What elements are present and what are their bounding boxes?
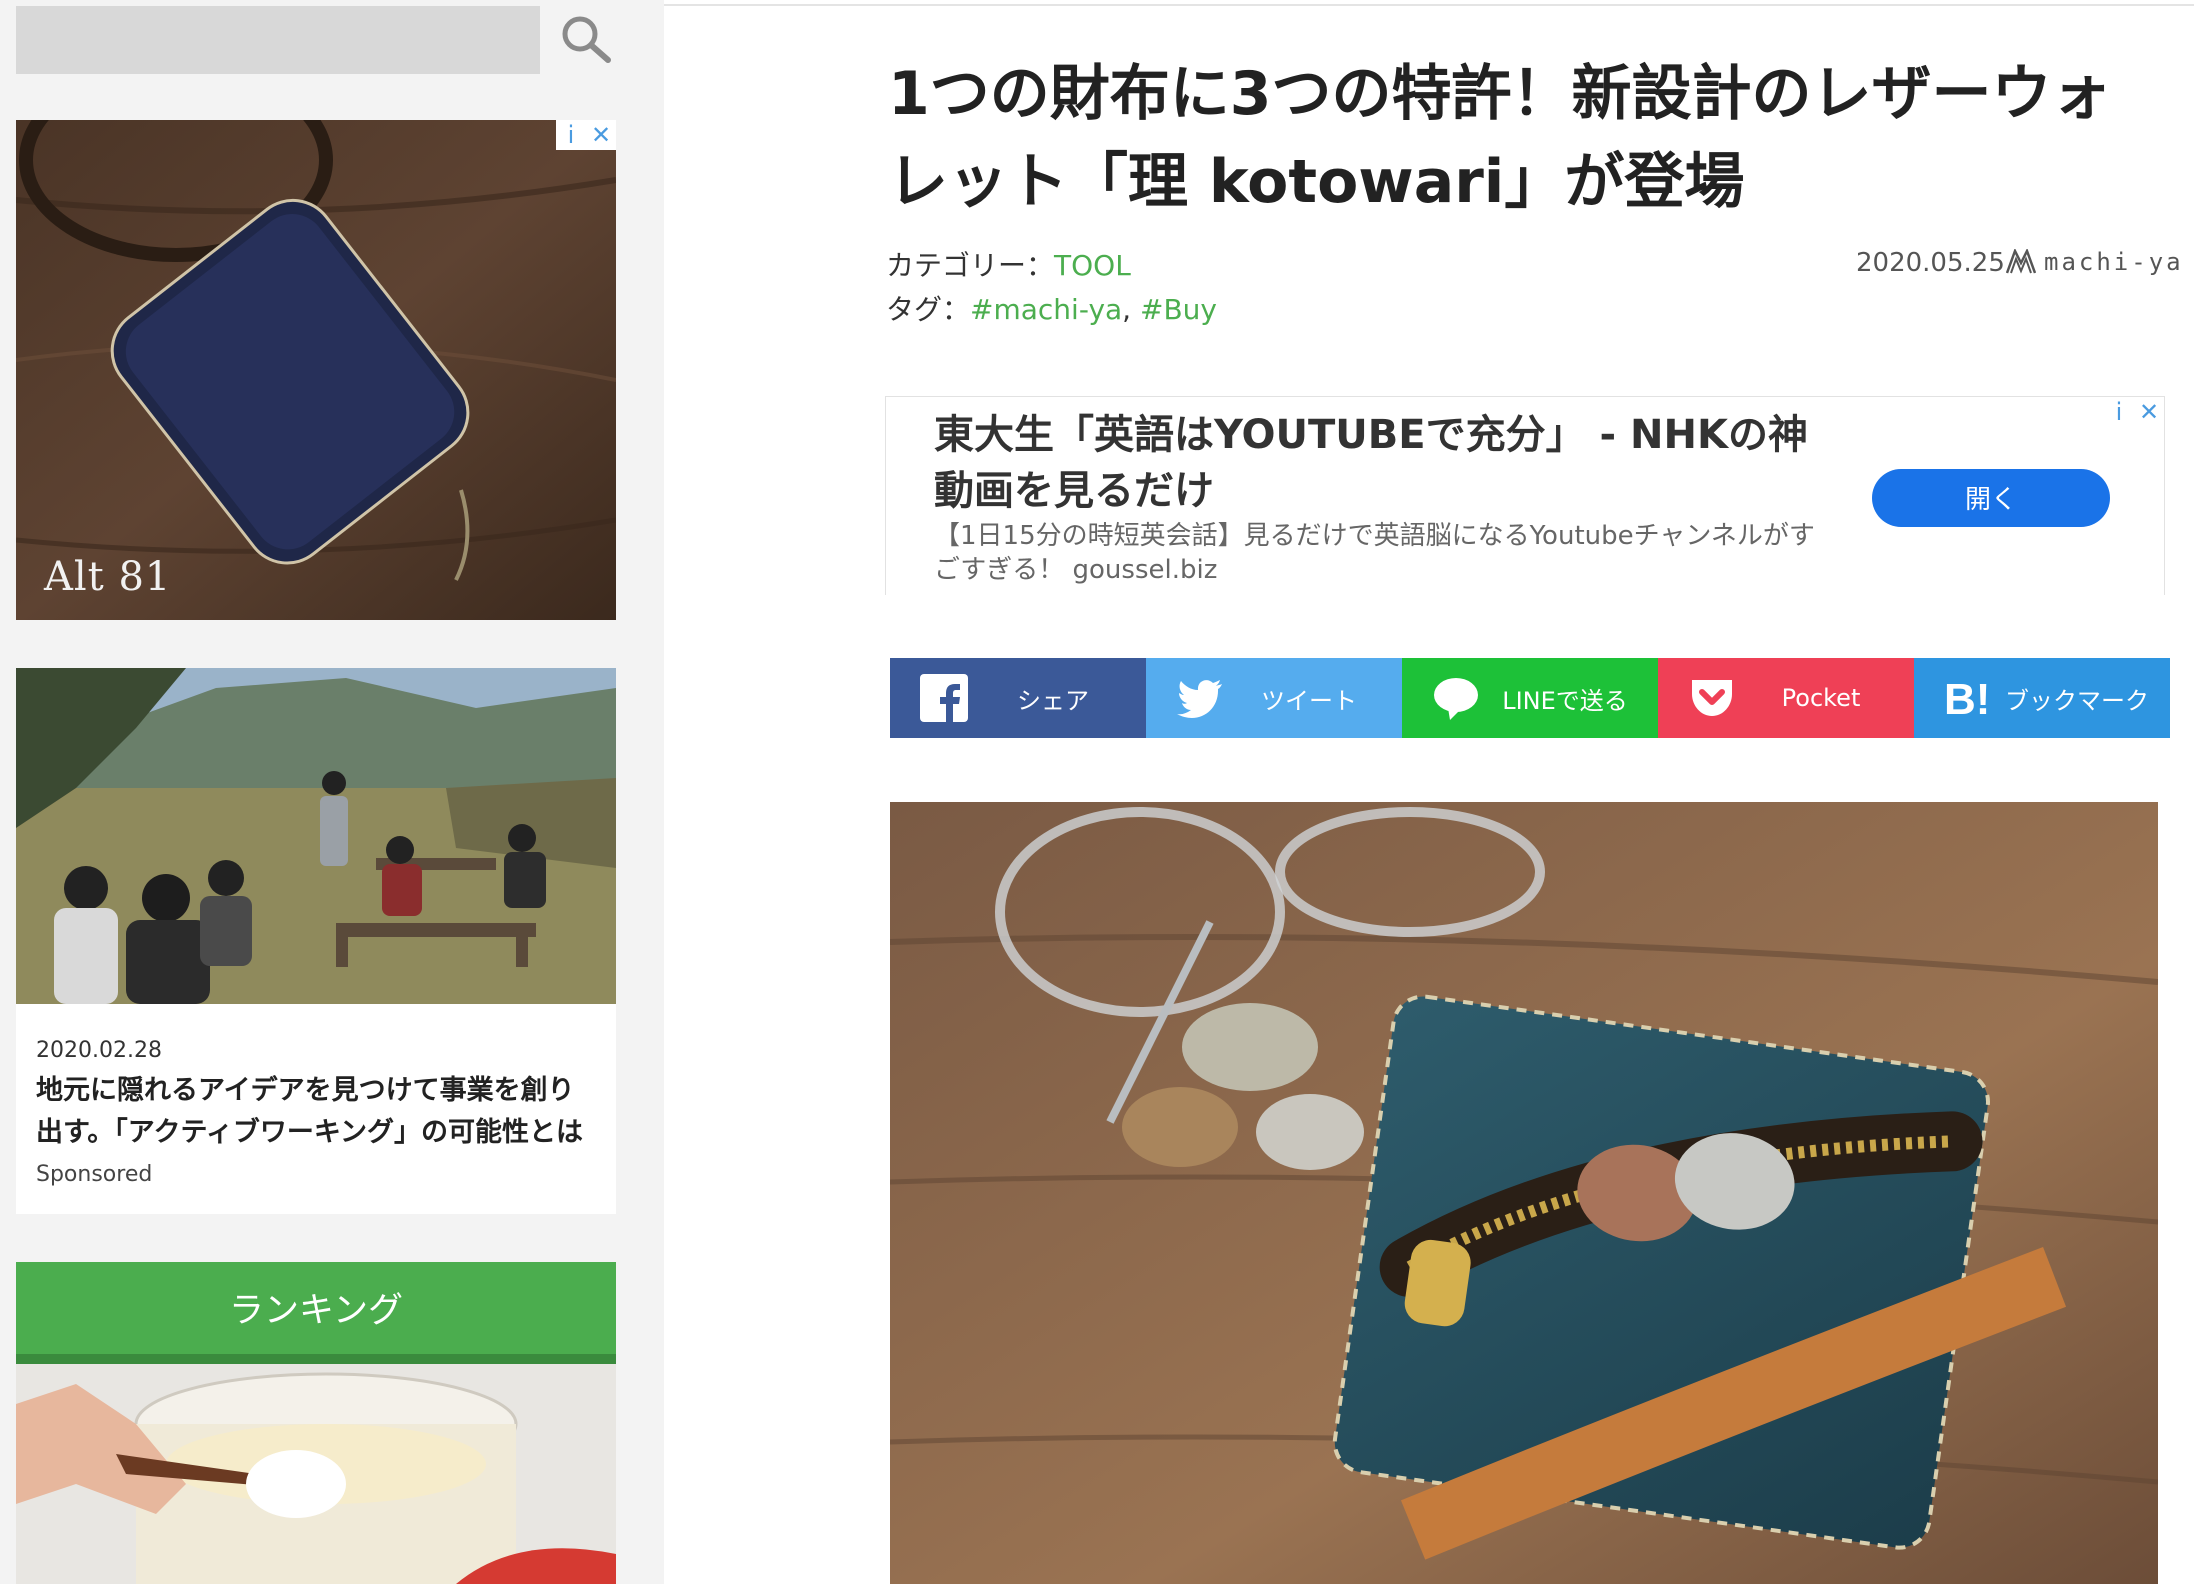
share-pocket-button[interactable]: Pocket (1658, 658, 1914, 738)
category-label: カテゴリー： (886, 249, 1055, 282)
share-pocket-label: Pocket (1781, 684, 1861, 712)
ad-info-icon[interactable]: i (2104, 397, 2134, 427)
ad-open-button[interactable]: 開く (1872, 469, 2110, 527)
share-bar: シェア ツイート LINEで送る Pocket B! ブックマーク (890, 658, 2170, 738)
ad-headline[interactable]: 東大生「英語はYOUTUBEで充分」 - NHKの神動画を見るだけ (934, 407, 1834, 519)
share-hatena-button[interactable]: B! ブックマーク (1914, 658, 2170, 738)
wallet-ad-image (16, 120, 616, 620)
card-date: 2020.02.28 (36, 1038, 162, 1063)
card-title[interactable]: 地元に隠れるアイデアを見つけて事業を創り出す。「アクティブワーキング」の可能性と… (36, 1070, 596, 1154)
share-facebook-label: シェア (1017, 686, 1089, 715)
ad-close-icon[interactable]: ✕ (2134, 397, 2164, 427)
ad-badge: i ✕ (2104, 397, 2164, 427)
tag-link[interactable]: #Buy (1140, 293, 1217, 326)
sidebar-ad[interactable]: Alt 81 i ✕ (16, 120, 616, 620)
top-ad[interactable]: 東大生「英語はYOUTUBEで充分」 - NHKの神動画を見るだけ 【1日15分… (885, 396, 2165, 595)
article-tags: タグ：#machi-ya, #Buy (886, 288, 1217, 328)
ranking-title[interactable]: ランキング (16, 1262, 616, 1364)
card-image (16, 668, 616, 1004)
machi-ya-logo-icon (2006, 249, 2036, 274)
ad-badge: i ✕ (556, 120, 616, 150)
tags-label: タグ： (886, 293, 971, 326)
tag-link[interactable]: #machi-ya (970, 293, 1122, 326)
article-category: カテゴリー：TOOL (886, 244, 1131, 284)
sponsored-card[interactable]: 2020.02.28 地元に隠れるアイデアを見つけて事業を創り出す。「アクティブ… (16, 668, 616, 1214)
tag-separator: , (1122, 293, 1140, 326)
ad-description: 【1日15分の時短英会話】見るだけで英語脳になるYoutubeチャンネルがすごす… (934, 521, 1815, 585)
sidebar: Alt 81 i ✕ 2020.02.28 地元に隠れるアイデアを見つけて事業を… (0, 0, 664, 1584)
share-line-button[interactable]: LINEで送る (1402, 658, 1658, 738)
sponsored-label: Sponsored (36, 1162, 153, 1187)
brand-logo[interactable]: machi-ya (2006, 248, 2184, 276)
ad-brand-text: Alt 81 (44, 554, 172, 600)
article-date: 2020.05.25 (1856, 248, 2005, 278)
ranking-image[interactable] (16, 1364, 616, 1584)
ad-info-icon[interactable]: i (556, 120, 586, 150)
brand-name: machi-ya (2044, 248, 2184, 276)
share-twitter-label: ツイート (1261, 686, 1357, 715)
share-line-label: LINEで送る (1502, 686, 1628, 715)
category-link[interactable]: TOOL (1054, 249, 1131, 282)
top-border (664, 4, 2194, 6)
share-hatena-label: ブックマーク (2005, 686, 2149, 715)
article-headline: 1つの財布に3つの特許！新設計のレザーウォレット「理 kotowari」が登場 (888, 59, 2112, 217)
ad-close-icon[interactable]: ✕ (586, 120, 616, 150)
ranking-widget: ランキング (16, 1262, 616, 1584)
share-facebook-button[interactable]: シェア (890, 658, 1146, 738)
search-icon[interactable] (558, 14, 618, 64)
share-twitter-button[interactable]: ツイート (1146, 658, 1402, 738)
search-input[interactable] (16, 6, 540, 74)
hero-image (890, 802, 2158, 1584)
